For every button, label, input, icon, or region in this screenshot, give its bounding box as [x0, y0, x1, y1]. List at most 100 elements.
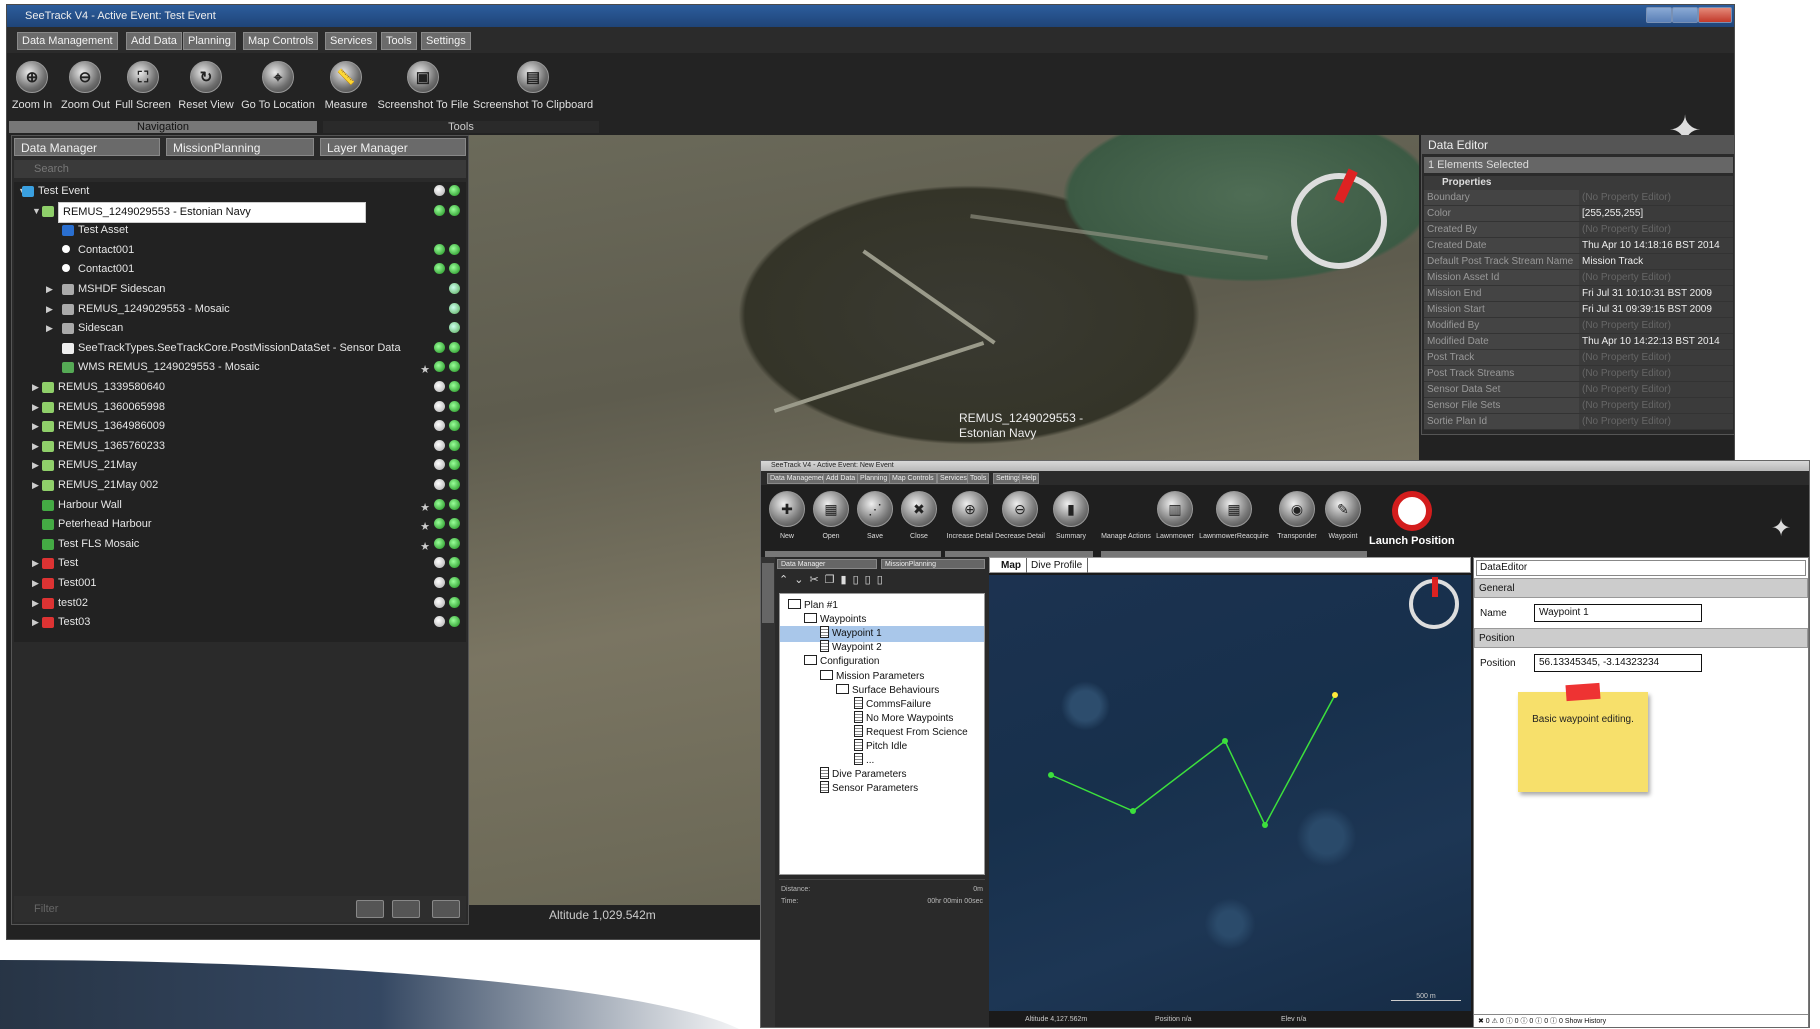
expand-arrow-icon[interactable]: ▶: [46, 319, 53, 338]
message-status-bar[interactable]: ✖ 0 ⚠ 0 ⓘ 0 ⓘ 0 ⓘ 0 ⓘ 0 Show History: [1474, 1014, 1808, 1027]
layer-status-icon[interactable]: [449, 361, 460, 373]
manage-actions-button[interactable]: Manage Actions: [1101, 491, 1151, 540]
property-value[interactable]: Thu Apr 10 14:22:13 BST 2014: [1579, 334, 1733, 350]
property-row[interactable]: Boundary (No Property Editor): [1424, 190, 1733, 206]
layer-status-icon[interactable]: [434, 537, 445, 549]
star-icon[interactable]: ★: [420, 364, 430, 376]
visibility-toggle-icon[interactable]: [434, 479, 445, 490]
layer-status-icon[interactable]: [449, 341, 460, 353]
filter-option-button[interactable]: [356, 900, 384, 918]
tree-item[interactable]: Harbour Wall ★: [14, 496, 466, 515]
layer-status-icon[interactable]: [449, 577, 460, 588]
property-value[interactable]: (No Property Editor): [1579, 270, 1733, 286]
save-plan-button[interactable]: ⋰ Save: [855, 491, 895, 540]
property-row[interactable]: Modified Date Thu Apr 10 14:22:13 BST 201…: [1424, 334, 1733, 350]
general-section[interactable]: General: [1474, 578, 1808, 598]
tab-dive-profile[interactable]: Dive Profile: [1026, 558, 1089, 573]
tree-item[interactable]: ▶ REMUS_1364986009: [14, 417, 466, 436]
cut-icon[interactable]: ✂: [809, 574, 824, 586]
property-value[interactable]: (No Property Editor): [1579, 318, 1733, 334]
star-icon[interactable]: ★: [420, 502, 430, 514]
tab-data-manager[interactable]: Data Manager: [14, 138, 160, 156]
menu-data-management[interactable]: Data Management: [17, 32, 118, 50]
properties-section[interactable]: Properties: [1424, 176, 1733, 190]
layer-status-icon[interactable]: [449, 439, 460, 451]
expand-arrow-icon[interactable]: ▶: [32, 554, 39, 573]
waypoint-marker[interactable]: [1048, 772, 1054, 778]
paste-icon[interactable]: ▯: [853, 574, 865, 586]
expand-arrow-icon[interactable]: ▶: [32, 574, 39, 593]
tree-item[interactable]: ▶ test02: [14, 594, 466, 613]
layer-status-icon[interactable]: [449, 204, 460, 216]
layer-status-icon[interactable]: [449, 283, 460, 294]
close-window-button[interactable]: [1698, 7, 1732, 23]
tree-item[interactable]: ▶ REMUS_1360065998: [14, 398, 466, 417]
screenshot-to-clipboard-button[interactable]: ▤ Screenshot To Clipboard: [469, 61, 597, 111]
property-row[interactable]: Created By (No Property Editor): [1424, 222, 1733, 238]
visibility-toggle-icon[interactable]: [434, 596, 445, 608]
property-row[interactable]: Mission End Fri Jul 31 10:10:31 BST 2009: [1424, 286, 1733, 302]
expand-arrow-icon[interactable]: ▶: [32, 398, 39, 417]
layer-status-icon[interactable]: [449, 322, 460, 334]
layer-status-icon[interactable]: [449, 243, 460, 255]
expand-arrow-icon[interactable]: ▶: [32, 594, 39, 613]
tree-item[interactable]: ▶ Sidescan: [14, 319, 466, 338]
property-value[interactable]: (No Property Editor): [1579, 382, 1733, 398]
lawnmower-button[interactable]: ▥ Lawnmower: [1153, 491, 1197, 540]
property-row[interactable]: Color [255,255,255]: [1424, 206, 1733, 222]
visibility-toggle-icon[interactable]: [434, 577, 445, 588]
tree-item[interactable]: Contact001: [14, 241, 466, 260]
layer-toggle-button[interactable]: [392, 900, 420, 918]
layer-status-icon[interactable]: [449, 479, 460, 490]
copy-icon[interactable]: ❐: [825, 574, 841, 586]
layer-status-icon[interactable]: [434, 498, 445, 510]
property-row[interactable]: Created Date Thu Apr 10 14:18:16 BST 2014: [1424, 238, 1733, 254]
layer-status-icon[interactable]: [449, 459, 460, 471]
go-to-location-button[interactable]: ⌖ Go To Location: [239, 61, 317, 111]
expand-arrow-icon[interactable]: ▶: [46, 280, 53, 299]
menu-services[interactable]: Services: [937, 473, 970, 484]
star-icon[interactable]: ★: [420, 541, 430, 553]
zoom-in-button[interactable]: ⊕ Zoom In: [9, 61, 55, 111]
menu-tools[interactable]: Tools: [381, 32, 417, 50]
property-value[interactable]: (No Property Editor): [1579, 350, 1733, 366]
map-compass[interactable]: [1291, 168, 1387, 269]
measure-button[interactable]: 📏 Measure: [323, 61, 369, 111]
property-row[interactable]: Mission Asset Id (No Property Editor): [1424, 270, 1733, 286]
tab-layer-manager[interactable]: Layer Manager: [320, 138, 466, 156]
open-plan-button[interactable]: ▦ Open: [811, 491, 851, 540]
position-input[interactable]: 56.13345345, -3.14323234: [1534, 654, 1702, 672]
layer-status-icon[interactable]: [449, 185, 460, 196]
property-value[interactable]: Fri Jul 31 09:39:15 BST 2009: [1579, 302, 1733, 318]
tree-item[interactable]: Test Asset: [14, 221, 466, 240]
waypoint-marker[interactable]: [1130, 808, 1136, 814]
layer-status-icon[interactable]: [449, 420, 460, 432]
property-value[interactable]: (No Property Editor): [1579, 222, 1733, 238]
screenshot-to-file-button[interactable]: ▣ Screenshot To File: [373, 61, 473, 111]
filter-input[interactable]: Filter: [14, 896, 466, 922]
layer-status-icon[interactable]: [449, 498, 460, 510]
move-down-icon[interactable]: ⌄: [794, 574, 809, 586]
waypoint-button[interactable]: ✎ Waypoint: [1321, 491, 1365, 540]
property-value[interactable]: Fri Jul 31 10:10:31 BST 2009: [1579, 286, 1733, 302]
insert-icon[interactable]: ▯: [877, 574, 889, 586]
tree-item[interactable]: ▶ REMUS_1339580640: [14, 378, 466, 397]
property-value[interactable]: [255,255,255]: [1579, 206, 1733, 222]
property-row[interactable]: Mission Start Fri Jul 31 09:39:15 BST 200…: [1424, 302, 1733, 318]
tab-mission-planning[interactable]: MissionPlanning: [881, 559, 985, 569]
expand-arrow-icon[interactable]: ▼: [32, 202, 41, 221]
expand-arrow-icon[interactable]: ▶: [32, 378, 39, 397]
layer-status-icon[interactable]: [434, 204, 445, 216]
side-tab-handle[interactable]: [762, 563, 774, 623]
maximize-button[interactable]: [1672, 7, 1698, 23]
name-input[interactable]: Waypoint 1: [1534, 604, 1702, 622]
map-compass[interactable]: [1409, 577, 1459, 629]
full-screen-button[interactable]: ⛶ Full Screen: [115, 61, 171, 111]
tree-item[interactable]: ▶ Test001: [14, 574, 466, 593]
menu-help[interactable]: Help: [1019, 473, 1040, 484]
tree-item[interactable]: ▶ REMUS_21May: [14, 456, 466, 475]
tree-item[interactable]: ▶ MSHDF Sidescan: [14, 280, 466, 299]
menu-planning[interactable]: Planning: [857, 473, 891, 484]
new-plan-button[interactable]: ✚ New: [767, 491, 807, 540]
tree-item[interactable]: WMS REMUS_1249029553 - Mosaic ★: [14, 358, 466, 377]
